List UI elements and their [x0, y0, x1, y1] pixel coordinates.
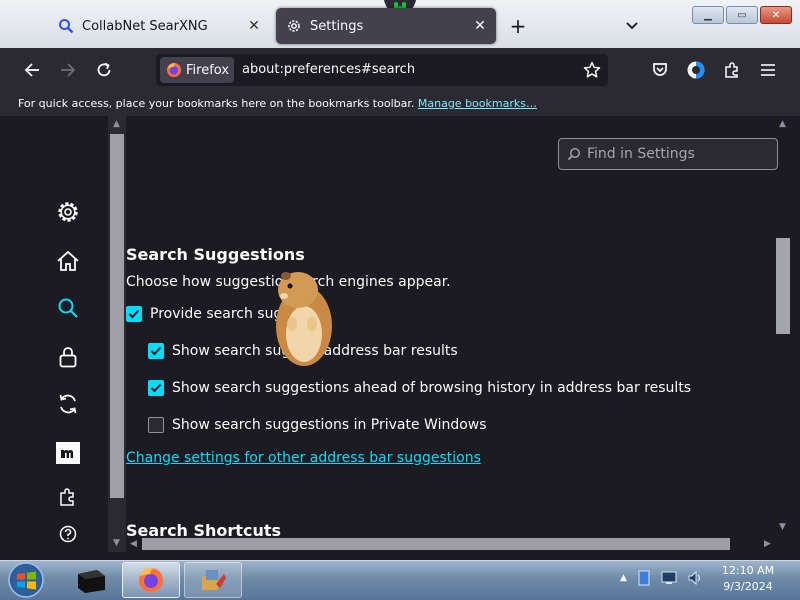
category-privacy[interactable]: [56, 345, 80, 369]
app-menu-button[interactable]: [756, 58, 780, 82]
window-close-button[interactable]: ✕: [760, 6, 792, 24]
close-tab-icon[interactable]: ✕: [246, 18, 262, 34]
find-in-settings-input[interactable]: [587, 146, 767, 162]
volume-icon[interactable]: [687, 570, 703, 586]
identity-label: Firefox: [186, 62, 230, 78]
reload-button[interactable]: [92, 58, 116, 82]
forward-arrow-icon: [61, 63, 76, 77]
checkbox-label[interactable]: Show search suggestions ahead of browsin…: [172, 380, 691, 396]
pocket-button[interactable]: [648, 58, 672, 82]
minimize-button[interactable]: ▁: [692, 6, 724, 24]
checkbox-label[interactable]: Show search suggestions in Private Windo…: [172, 417, 487, 433]
identity-box[interactable]: Firefox: [160, 57, 234, 83]
reload-icon: [97, 62, 111, 77]
clock-time: 12:10 AM: [721, 564, 775, 577]
checkmark-icon: [128, 309, 140, 319]
gear-icon: [286, 18, 302, 34]
chevron-down-icon: [626, 22, 638, 30]
monitor-icon[interactable]: [661, 571, 677, 585]
scroll-up-icon[interactable]: ▲: [779, 119, 786, 129]
close-tab-icon[interactable]: ✕: [472, 18, 488, 34]
network-icon[interactable]: [637, 570, 651, 586]
pocket-icon: [653, 63, 667, 76]
list-all-tabs-button[interactable]: [620, 14, 644, 38]
extensions-and-themes[interactable]: [56, 485, 80, 509]
category-search[interactable]: [56, 296, 80, 320]
puzzle-icon: [725, 62, 738, 78]
scroll-down-icon[interactable]: ▼: [113, 538, 120, 548]
home-icon: [57, 251, 79, 271]
taskbar-terminal[interactable]: [62, 562, 120, 598]
change-address-bar-settings-link[interactable]: Change settings for other address bar su…: [126, 450, 481, 466]
window-controls: ▁ ▭ ✕: [692, 6, 792, 24]
scroll-left-icon[interactable]: ◀: [130, 539, 137, 549]
application-icon: [202, 570, 226, 590]
tab-title: CollabNet SearXNG: [82, 18, 208, 34]
sync-icon: [59, 394, 77, 414]
private-windows-suggestions-checkbox[interactable]: Show search suggestions in Private Windo…: [148, 417, 487, 433]
show-hidden-icons-icon[interactable]: ▲: [620, 573, 627, 583]
dark-reader-button[interactable]: [684, 58, 708, 82]
tab-searxng[interactable]: CollabNet SearXNG ✕: [48, 8, 270, 44]
help-icon: [59, 525, 77, 543]
clock-date: 9/3/2024: [723, 580, 773, 593]
checkbox-box[interactable]: [148, 343, 164, 359]
tab-title: Settings: [310, 18, 364, 34]
bookmarks-notice-text: For quick access, place your bookmarks h…: [18, 97, 415, 110]
maximize-button[interactable]: ▭: [726, 6, 758, 24]
firefox-logo-icon: [167, 63, 181, 77]
content-scrollbar[interactable]: [774, 116, 792, 552]
taskbar-firefox[interactable]: [122, 562, 180, 598]
find-in-settings[interactable]: [558, 138, 778, 170]
half-circle-icon: [687, 61, 705, 79]
scroll-down-icon[interactable]: ▼: [779, 522, 786, 532]
more-from-mozilla-icon: [56, 442, 80, 464]
firefox-logo-icon: [139, 567, 163, 592]
search-icon: [58, 18, 74, 34]
category-sync[interactable]: [56, 392, 80, 416]
lock-icon: [59, 347, 77, 368]
suggestions-ahead-of-history-checkbox[interactable]: Show search suggestions ahead of browsin…: [148, 380, 691, 396]
scroll-up-icon[interactable]: ▲: [113, 119, 120, 129]
back-button[interactable]: [20, 58, 44, 82]
gear-icon: [58, 202, 78, 222]
firefox-support[interactable]: [56, 522, 80, 546]
checkmark-icon: [150, 346, 162, 356]
scroll-right-icon[interactable]: ▶: [764, 539, 771, 549]
extensions-button[interactable]: [720, 58, 744, 82]
bookmark-star-button[interactable]: [582, 60, 602, 80]
search-shortcuts-heading: Search Shortcuts: [126, 521, 281, 540]
back-arrow-icon: [24, 63, 39, 77]
sidebar-scrollbar[interactable]: [108, 116, 126, 552]
checkbox-box[interactable]: [148, 417, 164, 433]
terminal-icon: [78, 570, 105, 593]
system-tray: ▲: [620, 570, 703, 586]
forward-button[interactable]: [56, 58, 80, 82]
scrollbar-thumb[interactable]: [110, 134, 124, 498]
star-icon: [583, 61, 601, 78]
category-home[interactable]: [56, 249, 80, 273]
start-button[interactable]: [6, 561, 46, 599]
puzzle-icon: [60, 488, 74, 506]
tab-settings[interactable]: Settings ✕: [276, 8, 496, 44]
manage-bookmarks-link[interactable]: Manage bookmarks…: [418, 97, 537, 110]
bookmarks-toolbar: For quick access, place your bookmarks h…: [0, 92, 800, 116]
scrollbar-thumb[interactable]: [776, 238, 790, 334]
category-general[interactable]: [56, 200, 80, 224]
provide-search-suggestions-checkbox[interactable]: Provide search sugg: [126, 306, 291, 322]
category-more-from-mozilla[interactable]: [56, 441, 80, 465]
url-text[interactable]: about:preferences#search: [242, 62, 415, 77]
hamburger-menu-icon: [761, 64, 775, 76]
hamster-overlay-image: [276, 272, 332, 366]
checkbox-box[interactable]: [148, 380, 164, 396]
taskbar-app[interactable]: [184, 562, 242, 598]
checkbox-box[interactable]: [126, 306, 142, 322]
checkmark-icon: [150, 383, 162, 393]
taskbar-clock[interactable]: 12:10 AM 9/3/2024: [716, 563, 780, 595]
search-icon: [58, 298, 78, 318]
new-tab-button[interactable]: +: [506, 14, 530, 38]
search-icon: [567, 147, 581, 161]
